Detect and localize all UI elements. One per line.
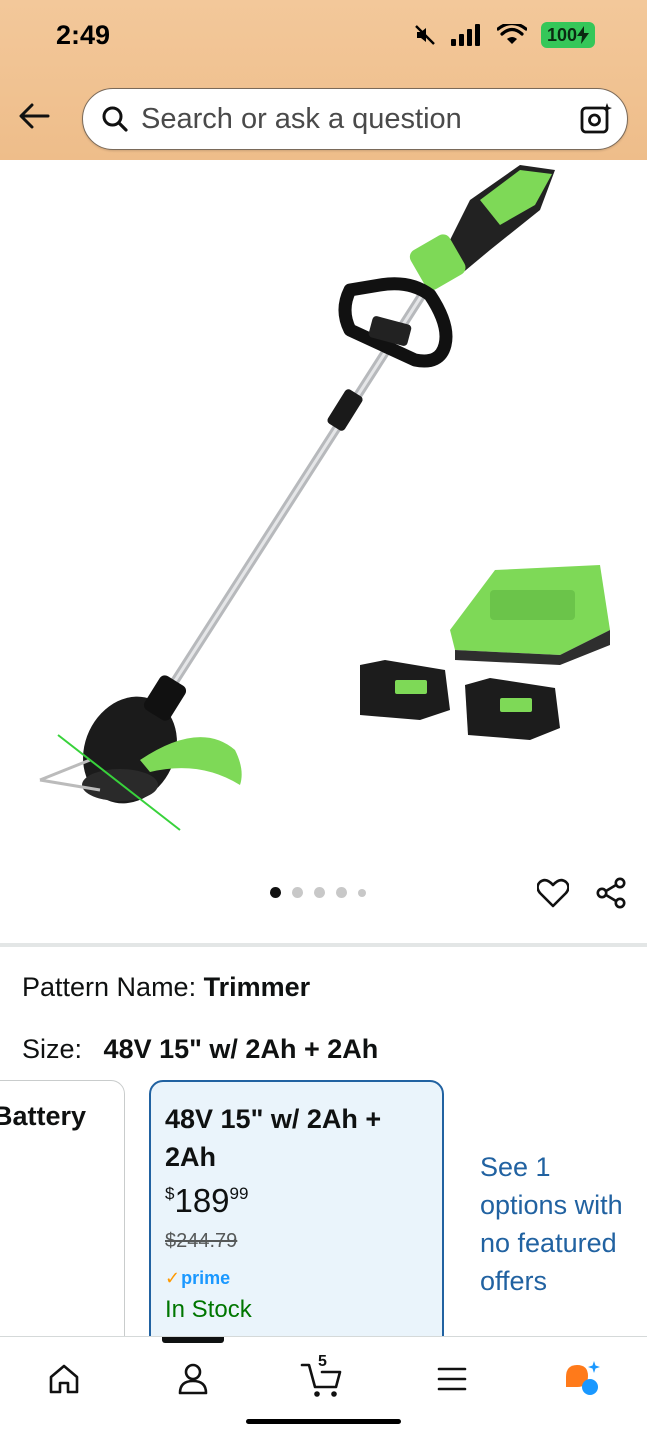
product-image[interactable]	[0, 160, 647, 870]
status-time: 2:49	[56, 20, 111, 50]
size-option-title: 48V 15" w/ 2Ah + 2Ah	[165, 1104, 382, 1172]
share-button[interactable]	[592, 874, 630, 912]
product-photo-trimmer	[39, 165, 610, 831]
size-option-card-selected[interactable]: 48V 15" w/ 2Ah + 2Ah $18999 $244.79 ✓ pr…	[149, 1080, 444, 1360]
home-indicator	[246, 1419, 401, 1424]
hamburger-menu-icon	[437, 1367, 467, 1391]
share-icon	[596, 877, 626, 909]
price-whole: 189	[174, 1182, 230, 1219]
list-price: $244.79	[165, 1230, 238, 1252]
pagination-dot-2[interactable]	[292, 887, 303, 898]
size-option-card[interactable]: Battery	[0, 1080, 125, 1360]
section-divider	[0, 943, 647, 947]
rufus-assistant-icon	[566, 1361, 600, 1395]
see-options-link[interactable]: See 1 options with no featured offers	[480, 1148, 630, 1300]
tab-menu[interactable]	[422, 1349, 482, 1409]
tab-account[interactable]	[163, 1349, 223, 1409]
search-placeholder: Search or ask a question	[141, 102, 462, 135]
charging-bolt-icon	[577, 26, 589, 44]
tab-home[interactable]	[34, 1349, 94, 1409]
bottom-navigation: 5	[0, 1336, 647, 1440]
active-tab-indicator	[162, 1337, 224, 1343]
back-button[interactable]	[14, 96, 54, 136]
size-row: Size: 48V 15" w/ 2Ah + 2Ah	[22, 1034, 378, 1065]
search-input[interactable]: Search or ask a question	[82, 88, 628, 150]
home-icon	[49, 1364, 79, 1394]
availability-status: In Stock	[165, 1296, 252, 1323]
wifi-icon	[496, 24, 527, 44]
cart-count-badge: 5	[318, 1353, 327, 1370]
app-header: 2:49 100 Search or ask a question	[0, 0, 647, 160]
arrow-left-icon	[19, 103, 50, 129]
pagination-dot-1[interactable]	[270, 887, 281, 898]
camera-search-icon[interactable]	[579, 102, 613, 136]
price-fraction: 99	[229, 1184, 249, 1203]
pattern-name-row: Pattern Name: Trimmer	[22, 972, 310, 1003]
add-to-list-button[interactable]	[534, 874, 572, 912]
size-option-label: Battery	[0, 1101, 87, 1131]
search-icon	[102, 106, 128, 132]
prime-badge: ✓ prime	[165, 1268, 230, 1289]
prime-check-icon: ✓	[165, 1268, 181, 1288]
tab-cart[interactable]: 5	[292, 1349, 352, 1409]
option-price: $18999	[165, 1182, 248, 1220]
size-value: 48V 15" w/ 2Ah + 2Ah	[103, 1034, 379, 1064]
image-pagination-dots[interactable]	[270, 887, 366, 898]
mute-icon	[415, 25, 435, 45]
prime-label: prime	[181, 1268, 231, 1288]
battery-level: 100	[546, 24, 577, 45]
battery-indicator: 100	[540, 22, 595, 48]
pagination-dot-3[interactable]	[314, 887, 325, 898]
pagination-dot-4[interactable]	[336, 887, 347, 898]
pagination-dot-5[interactable]	[358, 888, 366, 897]
size-label: Size:	[22, 1034, 83, 1064]
status-icons: 100	[413, 22, 595, 48]
heart-icon	[537, 878, 569, 908]
pattern-value: Trimmer	[203, 972, 311, 1002]
status-bar: 2:49 100	[0, 0, 647, 74]
tab-rufus-assistant[interactable]	[552, 1349, 612, 1409]
pattern-label: Pattern Name:	[22, 972, 197, 1002]
cellular-signal-icon	[450, 24, 480, 46]
person-icon	[178, 1363, 208, 1395]
